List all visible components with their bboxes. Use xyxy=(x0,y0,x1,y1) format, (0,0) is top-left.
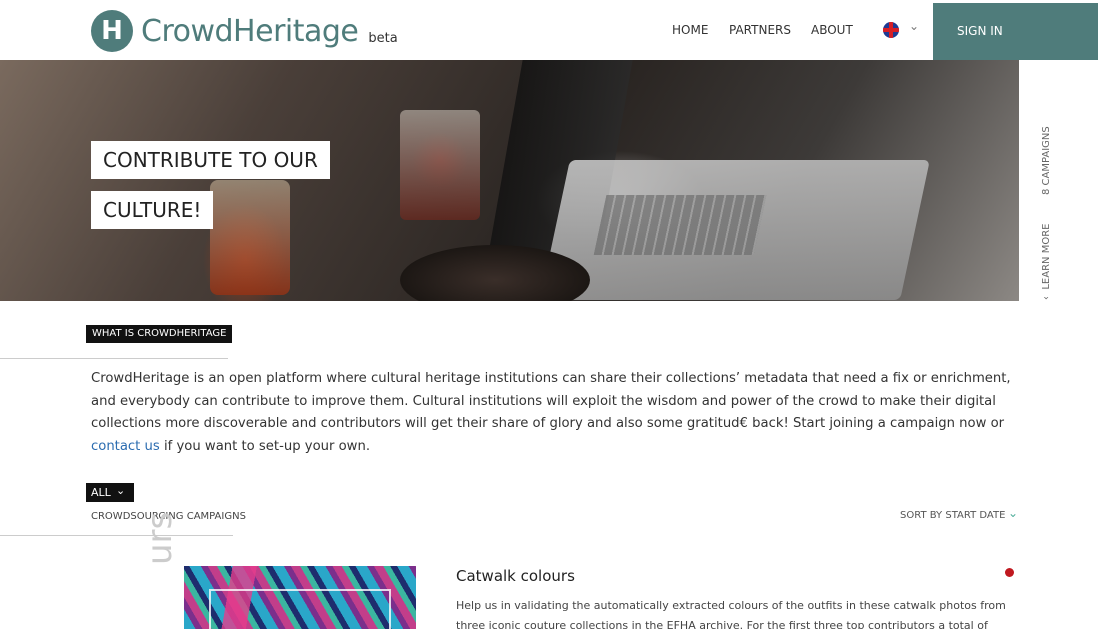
intro-paragraph: CrowdHeritage is an open platform where … xyxy=(91,368,1021,458)
card-side-text: urs xyxy=(140,511,180,565)
campaign-card-description: Help us in validating the automatically … xyxy=(456,599,1006,629)
chevron-down-icon: ⌄ xyxy=(909,19,920,33)
brand-name: CrowdHeritage xyxy=(141,13,359,49)
divider xyxy=(0,358,228,359)
sort-value: START DATE xyxy=(945,510,1006,521)
logo-mark: H xyxy=(91,10,133,52)
header: H CrowdHeritage beta HOME PARTNERS ABOUT… xyxy=(0,0,1099,60)
logo-letter: H xyxy=(101,16,123,46)
hero-image-glass xyxy=(210,180,290,295)
uk-flag-icon xyxy=(883,22,899,38)
hero-image-keyboard xyxy=(593,195,767,255)
sort-control[interactable]: SORT BY START DATE xyxy=(900,510,1005,521)
campaign-status-dot xyxy=(1005,568,1014,577)
nav-about[interactable]: ABOUT xyxy=(811,0,853,60)
intro-text-end: if you want to set-up your own. xyxy=(163,438,371,454)
hero-banner: CONTRIBUTE TO OUR CULTURE! xyxy=(0,60,1019,301)
side-learn-more-label: LEARN MORE xyxy=(1041,223,1052,290)
section-label-what-is: WHAT IS CROWDHERITAGE xyxy=(86,325,233,343)
chevron-down-icon: ⌄ xyxy=(116,484,126,497)
logo[interactable]: H CrowdHeritage beta xyxy=(91,9,398,53)
hero-title-line-2: CULTURE! xyxy=(91,191,214,229)
filter-selected-value: ALL xyxy=(91,486,111,499)
hero-image-glass xyxy=(400,110,480,220)
contact-us-link[interactable]: contact us xyxy=(91,439,160,454)
side-learn-more-link[interactable]: ‹ LEARN MORE xyxy=(1041,224,1052,300)
sign-in-button[interactable]: SIGN IN xyxy=(933,3,1098,60)
chevron-down-icon[interactable]: ⌄ xyxy=(1008,506,1018,520)
nav-home[interactable]: HOME xyxy=(672,0,708,60)
language-selector[interactable]: ⌄ xyxy=(883,19,923,40)
card-image-frame xyxy=(209,589,391,629)
hero-title-line-1: CONTRIBUTE TO OUR xyxy=(91,141,330,179)
nav-partners[interactable]: PARTNERS xyxy=(729,0,791,60)
intro-text: CrowdHeritage is an open platform where … xyxy=(91,371,1011,431)
divider xyxy=(0,535,233,536)
sort-prefix: SORT BY xyxy=(900,510,943,521)
campaign-filter-select[interactable]: ALL ⌄ xyxy=(86,483,134,502)
campaign-card-title[interactable]: Catwalk colours xyxy=(456,567,575,585)
brand-beta-tag: beta xyxy=(368,30,398,46)
side-campaigns-link[interactable]: 8 CAMPAIGNS xyxy=(1041,126,1052,195)
